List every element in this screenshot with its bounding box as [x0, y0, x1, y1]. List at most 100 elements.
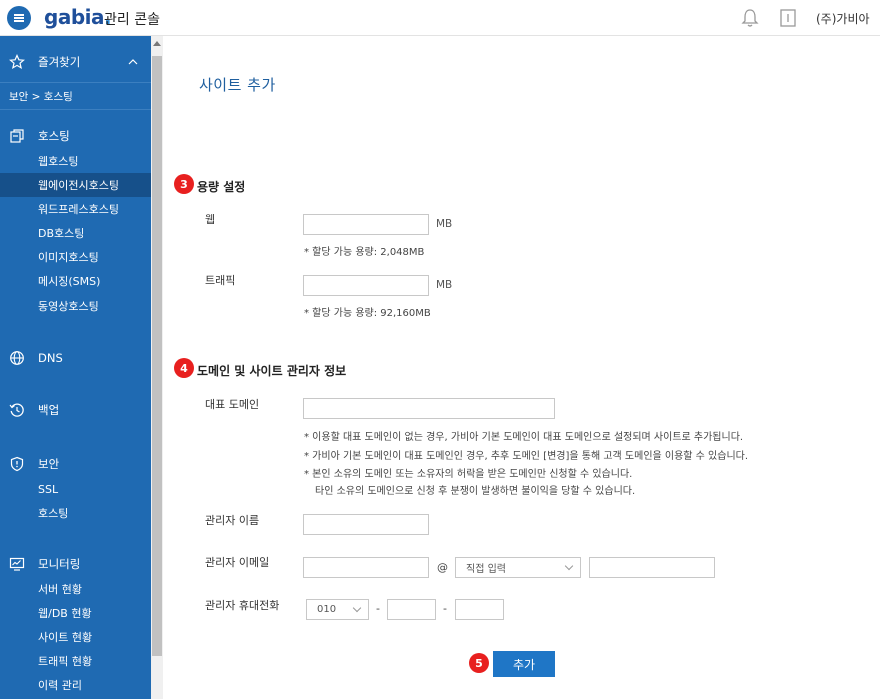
document-icon[interactable] — [779, 8, 797, 28]
sidebar-scroll-thumb[interactable] — [152, 56, 162, 656]
phone-dash: - — [443, 602, 447, 615]
domain-note: * 본인 소유의 도메인 또는 소유자의 허락을 받은 도메인만 신청할 수 있… — [304, 469, 633, 480]
sidebar-dns-label: DNS — [38, 351, 63, 365]
sidebar-backup[interactable]: 백업 — [0, 398, 151, 422]
sidebar-item-label: 트래픽 현황 — [38, 655, 93, 668]
step-badge: 4 — [174, 358, 194, 378]
sidebar-item-label: 워드프레스호스팅 — [38, 203, 119, 216]
sidebar-item-db-hosting[interactable]: DB호스팅 — [0, 221, 151, 245]
sidebar-favorites-label: 즐겨찾기 — [38, 55, 81, 69]
web-unit: MB — [436, 218, 453, 230]
main-content: 사이트 추가 3 용량 설정 웹 MB * 할당 가능 용량: 2,048MB … — [163, 36, 880, 699]
scroll-up-arrow-icon[interactable] — [153, 41, 161, 46]
sidebar-item-web-agency-hosting[interactable]: 웹에이전시호스팅 — [0, 173, 151, 197]
sidebar-item-label: SSL — [38, 482, 59, 496]
sidebar-item-label: 웹에이전시호스팅 — [38, 179, 119, 192]
sidebar-hosting-label: 호스팅 — [38, 129, 70, 143]
chevron-up-icon[interactable] — [128, 58, 138, 66]
shield-icon — [10, 456, 24, 472]
sidebar-item-web-db-status[interactable]: 웹/DB 현황 — [0, 601, 151, 625]
rep-domain-label: 대표 도메인 — [205, 398, 260, 411]
company-menu[interactable]: (주)가비아 — [816, 10, 870, 27]
phone-prefix-value: 010 — [317, 604, 337, 615]
add-button[interactable]: 추가 — [493, 651, 555, 677]
sidebar-item-label: 동영상호스팅 — [38, 300, 99, 313]
admin-name-label: 관리자 이름 — [205, 514, 260, 527]
sidebar-item-history[interactable]: 이력 관리 — [0, 673, 151, 697]
sidebar-item-security-hosting[interactable]: 호스팅 — [0, 501, 151, 525]
admin-name-input[interactable] — [303, 514, 429, 535]
sidebar-item-server-status[interactable]: 서버 현황 — [0, 577, 151, 601]
star-icon — [9, 54, 25, 70]
web-capacity-note: * 할당 가능 용량: 2,048MB — [304, 247, 425, 258]
step-badge: 3 — [174, 174, 194, 194]
console-title: 관리 콘솔 — [104, 12, 160, 28]
admin-email-domain-input[interactable] — [589, 557, 715, 578]
email-at-sign: @ — [437, 561, 448, 574]
phone-last-input[interactable] — [455, 599, 504, 620]
breadcrumb: 보안 > 호스팅 — [9, 90, 73, 103]
sidebar: 즐겨찾기 보안 > 호스팅 호스팅 웹호스팅 웹에이전시호스팅 워드프레스호스팅… — [0, 36, 151, 699]
rep-domain-input[interactable] — [303, 398, 555, 419]
globe-icon — [10, 351, 24, 365]
step-badge: 5 — [469, 653, 489, 673]
web-capacity-input[interactable] — [303, 214, 429, 235]
sidebar-item-label: 서버 현황 — [38, 583, 82, 596]
section-title-capacity: 용량 설정 — [197, 180, 246, 194]
sidebar-item-label: 웹/DB 현황 — [38, 607, 92, 620]
sidebar-item-sms[interactable]: 메시징(SMS) — [0, 269, 151, 293]
email-domain-select-value: 직접 입력 — [466, 564, 506, 575]
section-title-domain: 도메인 및 사이트 관리자 정보 — [197, 364, 347, 378]
phone-prefix-select[interactable]: 010 — [306, 599, 369, 620]
chevron-down-icon — [352, 603, 362, 613]
page-title: 사이트 추가 — [199, 76, 276, 94]
sidebar-item-label: 이력 관리 — [38, 679, 82, 692]
sidebar-security[interactable]: 보안 — [0, 452, 151, 476]
traffic-capacity-note: * 할당 가능 용량: 92,160MB — [304, 308, 431, 319]
sidebar-item-label: 웹호스팅 — [38, 155, 79, 168]
sidebar-item-label: DB호스팅 — [38, 227, 85, 240]
domain-note: * 가비아 기본 도메인이 대표 도메인인 경우, 추후 도메인 [변경]을 통… — [304, 451, 749, 462]
top-bar: gabia. 관리 콘솔 (주)가비아 — [0, 0, 880, 36]
domain-note: * 이용할 대표 도메인이 없는 경우, 가비아 기본 도메인이 대표 도메인으… — [304, 432, 744, 443]
sidebar-security-label: 보안 — [38, 457, 60, 471]
sidebar-hosting[interactable]: 호스팅 — [0, 124, 151, 148]
sidebar-item-label: 호스팅 — [38, 507, 69, 520]
sidebar-item-wordpress-hosting[interactable]: 워드프레스호스팅 — [0, 197, 151, 221]
sidebar-item-web-hosting[interactable]: 웹호스팅 — [0, 149, 151, 173]
hosting-icon — [10, 129, 24, 143]
sidebar-backup-label: 백업 — [38, 403, 60, 417]
email-domain-select[interactable]: 직접 입력 — [455, 557, 581, 578]
sidebar-item-video-hosting[interactable]: 동영상호스팅 — [0, 294, 151, 318]
menu-icon[interactable] — [7, 6, 31, 30]
sidebar-divider — [0, 109, 151, 110]
chevron-down-icon — [564, 561, 574, 571]
web-label: 웹 — [205, 213, 216, 226]
phone-middle-input[interactable] — [387, 599, 436, 620]
phone-dash: - — [376, 602, 380, 615]
admin-email-label: 관리자 이메일 — [205, 556, 270, 569]
sidebar-dns[interactable]: DNS — [0, 346, 151, 370]
sidebar-item-label: 사이트 현황 — [38, 631, 93, 644]
sidebar-item-traffic-status[interactable]: 트래픽 현황 — [0, 649, 151, 673]
domain-note: 타인 소유의 도메인으로 신청 후 분쟁이 발생하면 불이익을 당할 수 있습니… — [315, 486, 636, 497]
admin-phone-label: 관리자 휴대전화 — [205, 599, 280, 612]
traffic-label: 트래픽 — [205, 274, 236, 287]
sidebar-monitoring[interactable]: 모니터링 — [0, 552, 151, 576]
sidebar-item-site-status[interactable]: 사이트 현황 — [0, 625, 151, 649]
history-icon — [9, 403, 24, 417]
sidebar-item-label: 이미지호스팅 — [38, 251, 99, 264]
traffic-unit: MB — [436, 279, 453, 291]
sidebar-item-ssl[interactable]: SSL — [0, 477, 151, 501]
traffic-capacity-input[interactable] — [303, 275, 429, 296]
monitor-chart-icon — [9, 557, 25, 571]
sidebar-breadcrumb[interactable]: 보안 > 호스팅 — [0, 84, 151, 108]
sidebar-item-image-hosting[interactable]: 이미지호스팅 — [0, 245, 151, 269]
gabia-logo[interactable]: gabia. — [44, 5, 112, 29]
admin-email-id-input[interactable] — [303, 557, 429, 578]
sidebar-item-label: 메시징(SMS) — [38, 275, 101, 288]
sidebar-monitoring-label: 모니터링 — [38, 557, 81, 571]
bell-icon[interactable] — [741, 8, 759, 28]
sidebar-divider — [0, 82, 151, 83]
sidebar-favorites[interactable]: 즐겨찾기 — [0, 50, 151, 74]
